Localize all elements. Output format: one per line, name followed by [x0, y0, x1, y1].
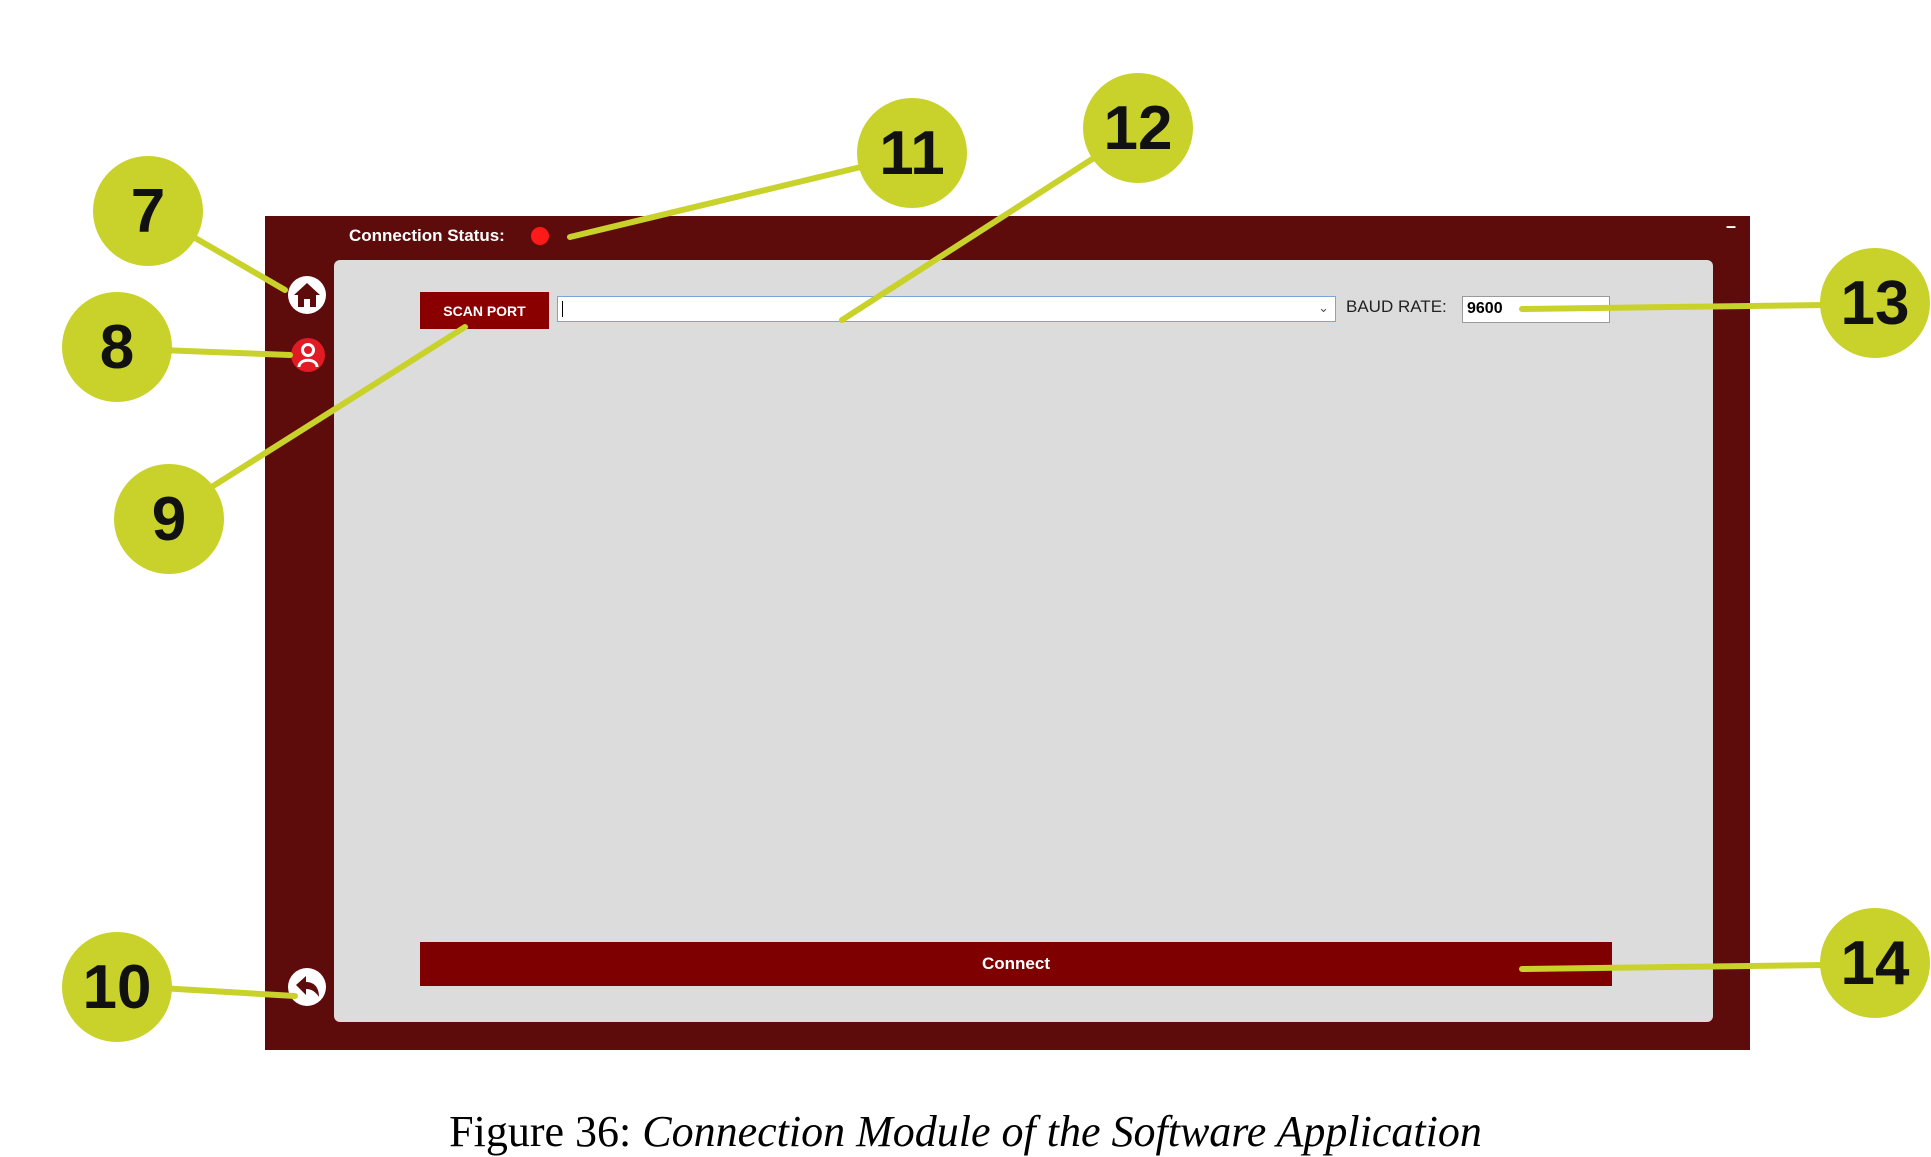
callout-line-10	[157, 985, 298, 999]
callout-11: 11	[857, 98, 967, 208]
callout-8: 8	[62, 292, 172, 402]
figure-caption-prefix: Figure 36:	[449, 1107, 632, 1156]
callout-7: 7	[93, 156, 203, 266]
callout-12: 12	[1083, 73, 1193, 183]
callout-13: 13	[1820, 248, 1930, 358]
callout-line-14	[1519, 962, 1828, 972]
callout-line-11	[567, 163, 868, 240]
figure-caption: Figure 36: Connection Module of the Soft…	[0, 1106, 1931, 1157]
callout-lines	[157, 151, 1828, 999]
callout-10: 10	[62, 932, 172, 1042]
callout-line-7	[187, 232, 288, 293]
figure-caption-title: Connection Module of the Software Applic…	[642, 1107, 1482, 1156]
callout-9: 9	[114, 464, 224, 574]
callout-line-8	[157, 347, 293, 358]
callout-line-13	[1519, 302, 1828, 312]
callout-14: 14	[1820, 908, 1930, 1018]
